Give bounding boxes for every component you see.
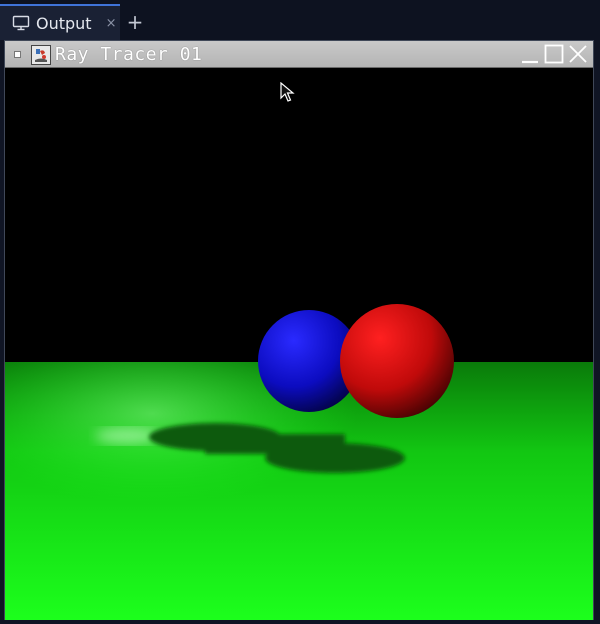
ray-trace-canvas[interactable] (5, 68, 593, 620)
java-app-icon (31, 45, 51, 65)
window-menu-icon[interactable] (14, 51, 21, 58)
window-title: Ray Tracer 01 (55, 44, 203, 65)
tab-bar: Output × + (0, 0, 600, 40)
minimize-icon[interactable] (519, 43, 541, 65)
red-sphere (340, 304, 454, 418)
close-icon[interactable] (567, 43, 589, 65)
tab-close-icon[interactable]: × (106, 16, 117, 31)
tab-label: Output (36, 13, 92, 33)
mouse-cursor-icon (280, 82, 295, 102)
app-window: Ray Tracer 01 (4, 40, 594, 620)
new-tab-button[interactable]: + (124, 8, 146, 36)
window-titlebar[interactable]: Ray Tracer 01 (5, 41, 593, 68)
tab-output[interactable]: Output × (0, 4, 120, 40)
maximize-icon[interactable] (543, 43, 565, 65)
monitor-icon (12, 15, 30, 31)
